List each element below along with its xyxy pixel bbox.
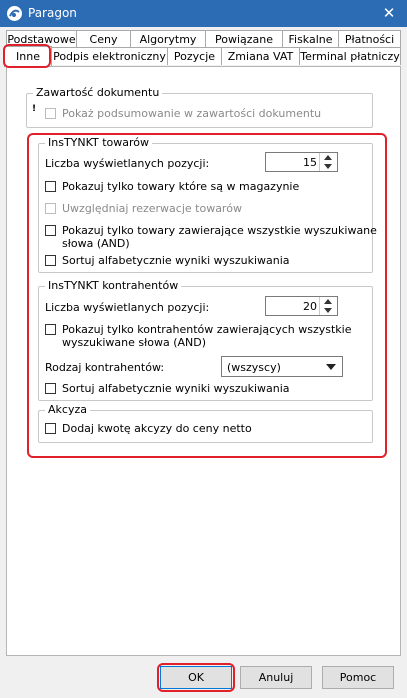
cancel-button[interactable]: Anuluj xyxy=(240,666,312,689)
towary-all-words-label-line1: Pokazuj tylko towary zawierające wszystk… xyxy=(62,224,377,237)
only-in-stock-label: Pokazuj tylko towary które są w magazyni… xyxy=(62,180,300,193)
help-button[interactable]: Pomoc xyxy=(322,666,394,689)
tab-ceny[interactable]: Ceny xyxy=(76,30,131,48)
reservations-checkbox[interactable] xyxy=(45,203,56,214)
stepper-arrows[interactable] xyxy=(319,153,337,171)
towary-count-value: 15 xyxy=(303,156,317,169)
kontrahenci-type-label: Rodzaj kontrahentów: xyxy=(45,361,165,374)
tab-terminal-platniczy[interactable]: Terminal płatniczy xyxy=(299,47,401,65)
kontrahenci-count-label: Liczba wyświetlanych pozycji: xyxy=(45,301,210,314)
tab-fiskalne[interactable]: Fiskalne xyxy=(282,30,339,48)
add-excise-checkbox[interactable] xyxy=(45,423,56,434)
towary-all-words-label-line2: słowa (AND) xyxy=(62,237,130,250)
towary-all-words-checkbox[interactable] xyxy=(45,225,56,236)
arrow-down-icon[interactable] xyxy=(324,164,332,169)
tab-podpis-elektroniczny[interactable]: Podpis elektroniczny xyxy=(51,47,168,65)
title-bar: Paragon ✕ xyxy=(0,0,407,27)
paragon-logo-icon xyxy=(7,6,22,21)
group-title: InsTYNKT kontrahentów xyxy=(45,279,182,293)
group-title: Akcyza xyxy=(45,403,90,417)
arrow-down-icon[interactable] xyxy=(324,308,332,313)
close-icon[interactable]: ✕ xyxy=(371,0,407,27)
towary-count-stepper[interactable]: 15 xyxy=(265,152,338,172)
kontrahenci-type-select[interactable]: (wszyscy) xyxy=(221,356,343,377)
kontrahenci-count-stepper[interactable]: 20 xyxy=(265,296,338,316)
info-marker-icon: ! xyxy=(32,104,37,114)
towary-sort-label: Sortuj alfabetycznie wyniki wyszukiwania xyxy=(62,254,290,267)
show-summary-label: Pokaż podsumowanie w zawartości dokument… xyxy=(62,107,322,120)
tab-platnosci[interactable]: Płatności xyxy=(338,30,401,48)
arrow-up-icon[interactable] xyxy=(324,155,332,160)
only-in-stock-checkbox[interactable] xyxy=(45,181,56,192)
kontrahenci-type-value: (wszyscy) xyxy=(227,361,281,374)
kontrahenci-sort-label: Sortuj alfabetycznie wyniki wyszukiwania xyxy=(62,382,290,395)
tab-powiazane[interactable]: Powiązane xyxy=(205,30,283,48)
group-title: Zawartość dokumentu xyxy=(33,86,163,100)
kontrahenci-all-words-label-line1: Pokazuj tylko kontrahentów zawierających… xyxy=(62,323,352,336)
group-title: InsTYNKT towarów xyxy=(45,136,152,150)
show-summary-checkbox[interactable] xyxy=(45,108,56,119)
tab-pozycje[interactable]: Pozycje xyxy=(167,47,222,65)
arrow-up-icon[interactable] xyxy=(324,299,332,304)
tab-zmiana-vat[interactable]: Zmiana VAT xyxy=(221,47,300,65)
window-title: Paragon xyxy=(28,6,77,20)
tab-inne[interactable]: Inne xyxy=(4,46,52,67)
kontrahenci-all-words-label-line2: wyszukiwane słowa (AND) xyxy=(62,336,207,349)
stepper-arrows[interactable] xyxy=(319,297,337,315)
kontrahenci-sort-checkbox[interactable] xyxy=(45,383,56,394)
chevron-down-icon xyxy=(326,364,336,370)
towary-count-label: Liczba wyświetlanych pozycji: xyxy=(45,157,210,170)
towary-sort-checkbox[interactable] xyxy=(45,255,56,266)
ok-button[interactable]: OK xyxy=(160,666,232,689)
kontrahenci-all-words-checkbox[interactable] xyxy=(45,324,56,335)
add-excise-label: Dodaj kwotę akcyzy do ceny netto xyxy=(62,422,252,435)
tab-algorytmy[interactable]: Algorytmy xyxy=(130,30,206,48)
kontrahenci-count-value: 20 xyxy=(303,300,317,313)
reservations-label: Uwzględniaj rezerwacje towarów xyxy=(62,202,242,215)
